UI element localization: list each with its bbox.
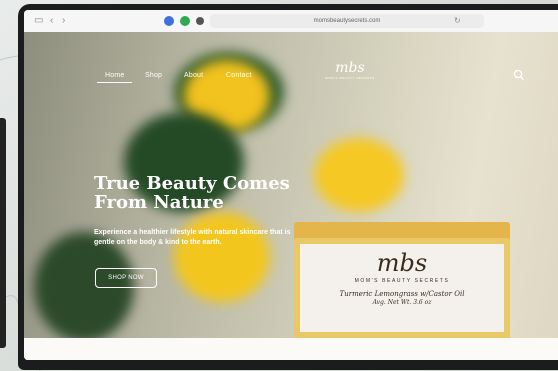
browser-window: ▭ ‹ › momsbeautysecrets.com ↻ Home Shop … [24, 10, 558, 360]
nav-about[interactable]: About [184, 72, 203, 79]
shield-icon[interactable] [164, 16, 174, 26]
reload-icon[interactable]: ↻ [454, 15, 461, 27]
label-brand: MOM'S BEAUTY SECRETS [354, 278, 450, 284]
forward-icon[interactable]: › [62, 15, 65, 27]
privacy-icon[interactable] [196, 17, 204, 25]
label-product-name: Turmeric Lemongrass w/Castor Oil [339, 290, 465, 298]
nav-home[interactable]: Home [96, 72, 134, 83]
hero-section: Home Shop About Contact mbs MOM'S BEAUTY… [24, 32, 558, 360]
logo-mark: mbs [335, 60, 365, 76]
secondary-device-edge [0, 118, 6, 348]
extension-icon[interactable] [180, 16, 190, 26]
lemon-blur [314, 138, 404, 212]
site-logo[interactable]: mbs MOM'S BEAUTY SECRETS [322, 60, 378, 84]
soap-label: mbs MOM'S BEAUTY SECRETS Turmeric Lemong… [300, 244, 504, 332]
label-net-weight: Avg. Net Wt. 3.6 oz [372, 299, 432, 306]
hero-tagline: Experience a healthier lifestyle with na… [94, 229, 291, 246]
back-icon[interactable]: ‹ [50, 15, 53, 27]
label-logo-mark: mbs [376, 249, 428, 277]
nav-contact[interactable]: Contact [226, 72, 252, 79]
bottom-wave-divider [24, 338, 558, 360]
sidebar-icon[interactable]: ▭ [34, 15, 43, 27]
shop-now-button[interactable]: SHOP NOW [95, 268, 157, 288]
search-icon[interactable] [512, 68, 526, 82]
lemon-blur [174, 212, 270, 302]
hero-headline: True Beauty Comes From Nature [94, 173, 290, 213]
logo-subtitle: MOM'S BEAUTY SECRETS [325, 76, 375, 80]
address-bar[interactable]: momsbeautysecrets.com [210, 14, 484, 28]
nav-shop[interactable]: Shop [145, 72, 162, 79]
browser-toolbar: ▭ ‹ › momsbeautysecrets.com ↻ [24, 10, 558, 33]
